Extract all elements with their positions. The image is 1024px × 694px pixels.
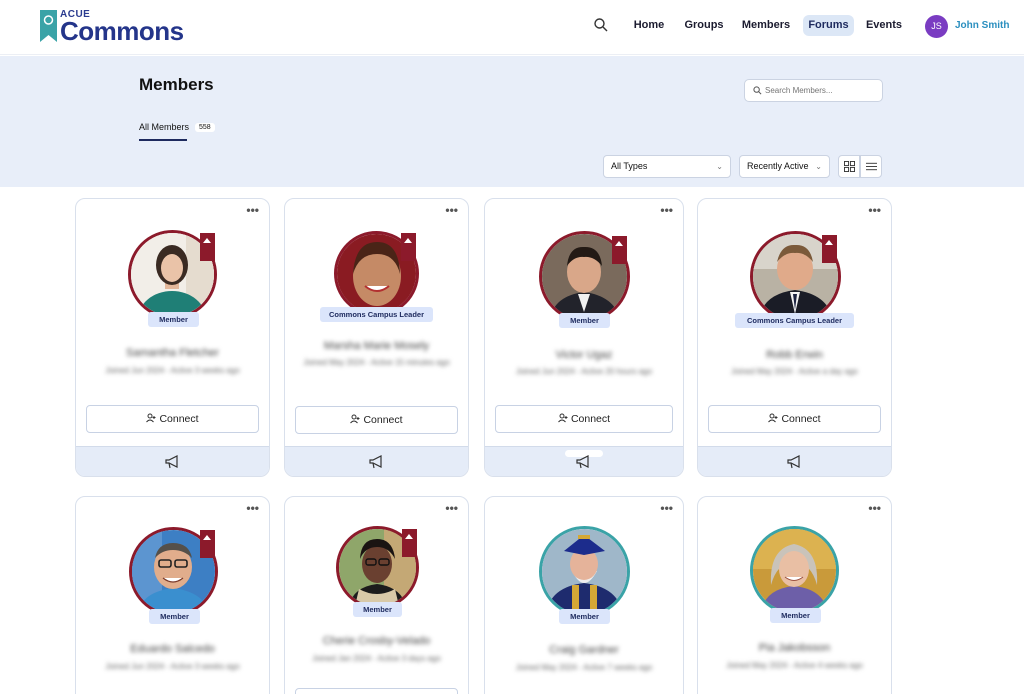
member-activity: Joined Jun 2024 - Active 3 weeks ago xyxy=(105,662,240,671)
member-card: ••• Member Eduardo Salcedo Joined Jun 20… xyxy=(75,496,270,694)
card-footer xyxy=(698,446,891,476)
more-options-icon[interactable]: ••• xyxy=(660,501,673,515)
user-plus-icon xyxy=(146,413,156,423)
member-name[interactable]: Eduardo Salcedo xyxy=(76,643,269,655)
connect-label: Connect xyxy=(159,413,199,425)
bookmark-ribbon-icon xyxy=(822,235,837,263)
member-name[interactable]: Robb Erwin xyxy=(698,349,891,361)
role-badge: Member xyxy=(353,602,402,617)
role-badge: Commons Campus Leader xyxy=(320,307,433,322)
role-badge: Member xyxy=(149,609,200,624)
member-type-value: All Types xyxy=(611,161,648,171)
member-name[interactable]: Victor Ugaz xyxy=(485,349,683,361)
user-plus-icon xyxy=(350,414,360,424)
connect-button[interactable] xyxy=(295,688,458,694)
megaphone-icon[interactable] xyxy=(164,455,181,469)
member-card: ••• Member Victor Ugaz Joined Jun 2024 -… xyxy=(484,198,684,477)
connect-button[interactable]: Connect xyxy=(495,405,673,433)
tab-all-members[interactable]: All Members xyxy=(139,122,189,132)
role-badge: Member xyxy=(559,313,610,328)
search-members-input[interactable] xyxy=(765,83,877,98)
nav-events[interactable]: Events xyxy=(865,15,903,36)
more-options-icon[interactable]: ••• xyxy=(660,203,673,217)
search-icon[interactable] xyxy=(593,17,609,33)
member-activity: Joined May 2024 - Active 15 minutes ago xyxy=(303,358,450,367)
member-activity: Joined May 2024 - Active a day ago xyxy=(731,367,858,376)
acue-commons-logo[interactable]: ACUE Commons xyxy=(40,9,190,46)
nav-home[interactable]: Home xyxy=(630,15,668,36)
connect-label: Connect xyxy=(781,413,821,425)
bookmark-ribbon-icon xyxy=(402,529,417,557)
member-avatar[interactable] xyxy=(539,526,630,617)
card-footer xyxy=(285,446,468,476)
member-activity: Joined May 2024 - Active 4 weeks ago xyxy=(726,661,863,670)
grid-icon xyxy=(844,161,855,172)
member-activity: Joined Jun 2024 - Active 20 hours ago xyxy=(515,367,653,376)
bookmark-ribbon-icon xyxy=(200,233,215,261)
user-plus-icon xyxy=(768,413,778,423)
member-card: ••• Member Pia Jakobsson Joined May 2024… xyxy=(697,496,892,694)
member-card: ••• Member Cherie Crosby-Velado Joined J… xyxy=(284,496,469,694)
member-name[interactable]: Pia Jakobsson xyxy=(698,642,891,654)
member-activity: Joined May 2024 - Active 7 weeks ago xyxy=(515,663,653,672)
member-count-badge: 558 xyxy=(195,123,215,132)
more-options-icon[interactable]: ••• xyxy=(246,501,259,515)
role-badge: Member xyxy=(559,609,610,624)
connect-label: Connect xyxy=(363,414,403,426)
user-avatar[interactable]: JS xyxy=(925,15,948,38)
megaphone-icon[interactable] xyxy=(368,455,385,469)
logo-commons-text: Commons xyxy=(60,16,184,46)
user-name-link[interactable]: John Smith xyxy=(955,20,1009,31)
role-badge: Member xyxy=(770,608,821,623)
member-card: ••• Member Samantha Fletcher Joined Jun … xyxy=(75,198,270,477)
member-card: ••• Member Craig Gardner Joined May 2024… xyxy=(484,496,684,694)
bookmark-ribbon-icon xyxy=(612,236,627,264)
card-footer xyxy=(485,446,683,476)
user-plus-icon xyxy=(558,413,568,423)
more-options-icon[interactable]: ••• xyxy=(868,501,881,515)
member-avatar[interactable] xyxy=(750,526,839,615)
more-options-icon[interactable]: ••• xyxy=(445,501,458,515)
sort-order-value: Recently Active xyxy=(747,161,809,171)
list-view-button[interactable] xyxy=(860,155,882,178)
more-options-icon[interactable]: ••• xyxy=(868,203,881,217)
member-name[interactable]: Samantha Fletcher xyxy=(76,347,269,359)
connect-label: Connect xyxy=(570,413,611,425)
connect-button[interactable]: Connect xyxy=(295,406,458,434)
nav-forums[interactable]: Forums xyxy=(803,15,854,36)
search-icon xyxy=(753,86,762,95)
connect-button[interactable]: Connect xyxy=(708,405,881,433)
more-options-icon[interactable]: ••• xyxy=(445,203,458,217)
card-footer xyxy=(76,446,269,476)
member-activity: Joined Jan 2024 - Active 3 days ago xyxy=(312,654,441,663)
member-card: ••• Commons Campus Leader Marsha Marie M… xyxy=(284,198,469,477)
nav-members[interactable]: Members xyxy=(741,15,791,36)
member-name[interactable]: Marsha Marie Mosely xyxy=(285,340,468,352)
chevron-down-icon: ⌄ xyxy=(716,162,723,171)
megaphone-icon[interactable] xyxy=(576,455,592,469)
member-card: ••• Commons Campus Leader Robb Erwin Joi… xyxy=(697,198,892,477)
member-name[interactable]: Craig Gardner xyxy=(485,644,683,656)
top-navigation-bar: ACUE Commons Home Groups Members Forums … xyxy=(0,0,1024,55)
member-activity: Joined Jun 2024 - Active 3 weeks ago xyxy=(105,366,240,375)
role-badge: Member xyxy=(148,312,199,327)
active-tab-underline xyxy=(139,139,187,141)
bookmark-ribbon-icon xyxy=(401,233,416,261)
member-type-select[interactable]: All Types ⌄ xyxy=(603,155,731,178)
role-badge: Commons Campus Leader xyxy=(735,313,854,328)
more-options-icon[interactable]: ••• xyxy=(246,203,259,217)
bookmark-ribbon-logo-icon xyxy=(40,10,57,42)
page-title: Members xyxy=(139,75,214,94)
member-search-field[interactable] xyxy=(744,79,883,102)
megaphone-icon[interactable] xyxy=(786,455,803,469)
list-icon xyxy=(866,162,877,171)
sort-order-select[interactable]: Recently Active ⌄ xyxy=(739,155,830,178)
bookmark-ribbon-icon xyxy=(200,530,215,558)
chevron-down-icon: ⌄ xyxy=(815,162,822,171)
member-name[interactable]: Cherie Crosby-Velado xyxy=(285,635,468,647)
grid-view-button[interactable] xyxy=(838,155,860,178)
nav-groups[interactable]: Groups xyxy=(683,15,725,36)
connect-button[interactable]: Connect xyxy=(86,405,259,433)
